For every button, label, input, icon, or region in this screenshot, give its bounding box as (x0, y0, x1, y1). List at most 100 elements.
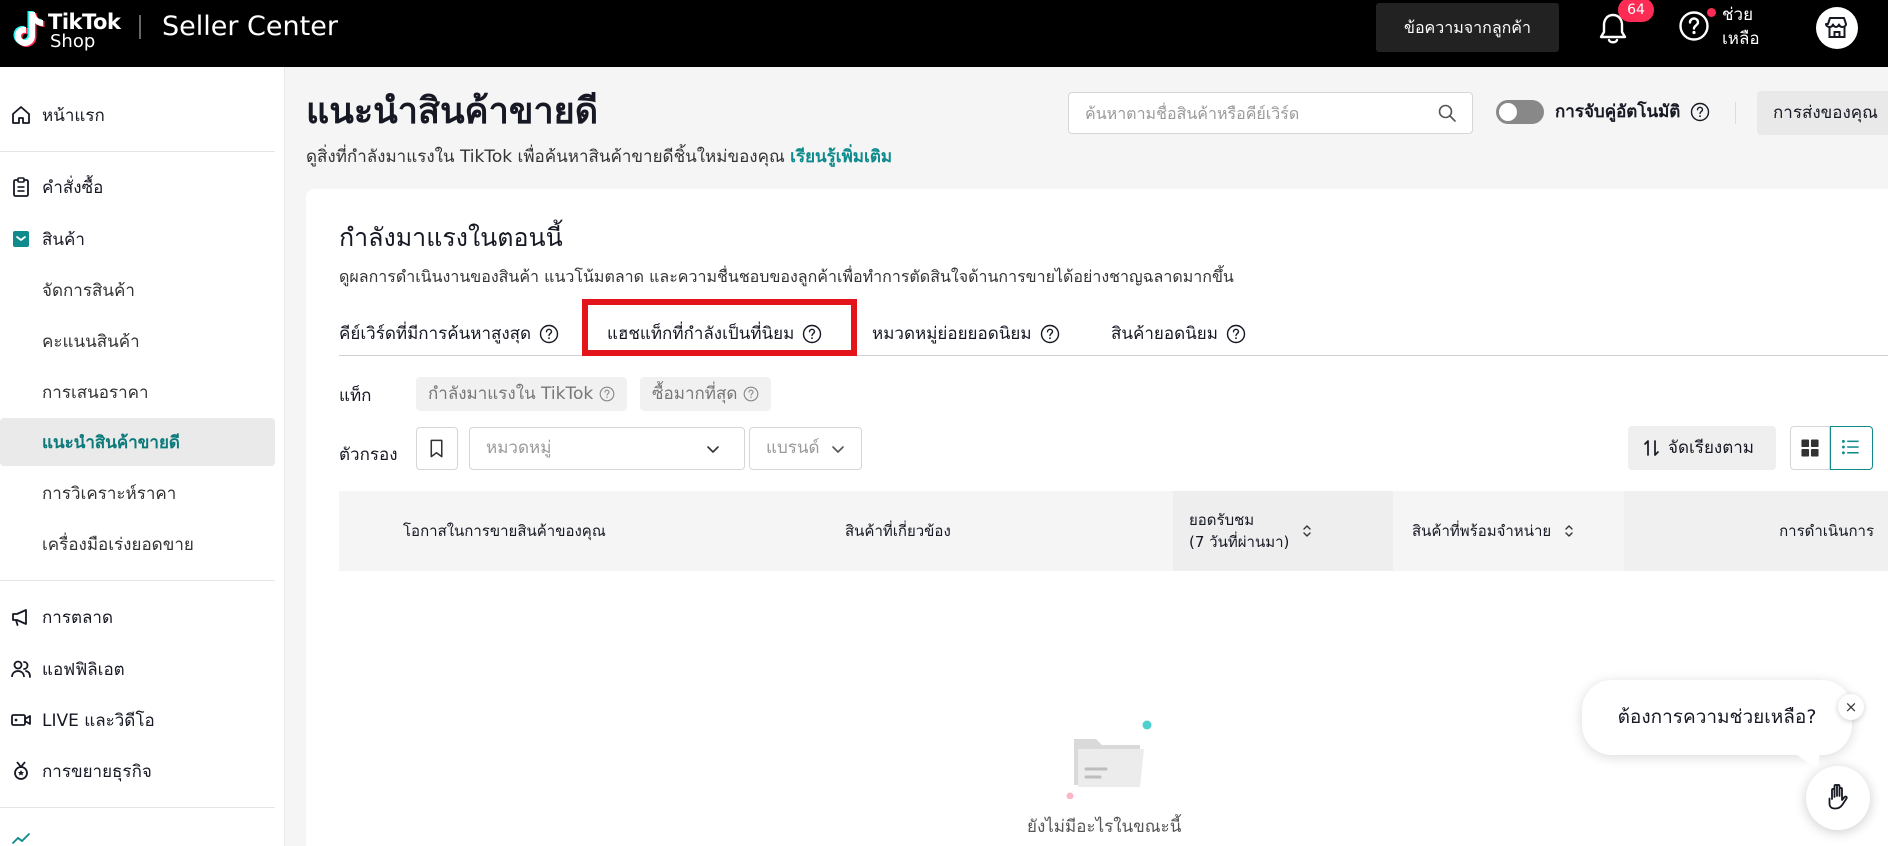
sidebar-item-growth[interactable]: การขยายธุรกิจ (0, 747, 275, 795)
column-header-available-products[interactable]: สินค้าที่พร้อมจำหน่าย (1412, 491, 1575, 571)
question-circle-icon[interactable] (1690, 102, 1710, 122)
brand-select[interactable]: แบรนด์ (749, 427, 862, 470)
tag-chip-trending-tiktok[interactable]: กำลังมาแรงใน TikTok (416, 377, 628, 411)
tab-popular-subcategories[interactable]: หมวดหมู่ย่อยยอดนิยม (872, 311, 1060, 356)
sidebar-label-marketing: การตลาด (42, 607, 114, 628)
saved-filters-button[interactable] (416, 427, 458, 470)
column-header-related-products: สินค้าที่เกี่ยวข้อง (845, 491, 951, 571)
clipboard-icon (13, 177, 29, 197)
auto-match-toggle[interactable] (1496, 100, 1544, 124)
sidebar-label-home: หน้าแรก (42, 105, 105, 126)
sidebar-item-price-analysis[interactable]: การวิเคราะห์ราคา (0, 469, 275, 517)
question-circle-icon[interactable] (539, 324, 559, 344)
category-select[interactable]: หมวดหมู่ (469, 427, 745, 470)
logo-divider (139, 15, 141, 39)
tab-label: คีย์เวิร์ดที่มีการค้นหาสูงสุด (339, 323, 532, 344)
product-box-icon (13, 231, 29, 247)
sidebar-label-affiliate: แอฟฟิลิเอต (42, 659, 125, 680)
list-view-button[interactable] (1830, 426, 1873, 470)
sidebar-item-marketing[interactable]: การตลาด (0, 593, 275, 641)
question-circle-icon (599, 386, 615, 402)
help-label[interactable]: ช่วย เหลือ (1722, 3, 1760, 51)
card-title: กำลังมาแรงในตอนนี้ (339, 223, 563, 252)
question-circle-icon (744, 386, 759, 402)
megaphone-icon (12, 609, 27, 626)
sidebar-item-products[interactable]: สินค้า (0, 215, 275, 263)
sidebar-label-orders: คำสั่งซื้อ (42, 177, 104, 198)
sidebar-label-products: สินค้า (42, 229, 85, 250)
close-help-bubble-button[interactable]: × (1838, 694, 1864, 720)
sidebar-divider (0, 580, 275, 581)
store-icon (1825, 17, 1847, 38)
product-search-box[interactable] (1068, 92, 1473, 134)
column-header-label: สินค้าที่พร้อมจำหน่าย (1412, 522, 1552, 540)
grid-view-icon (1801, 439, 1819, 457)
help-bubble[interactable]: ต้องการความช่วยเหลือ? (1582, 680, 1852, 755)
brand-select-placeholder: แบรนด์ (766, 438, 820, 458)
tab-popular-products[interactable]: สินค้ายอดนิยม (1111, 311, 1246, 356)
tab-label: สินค้ายอดนิยม (1111, 323, 1218, 344)
sidebar-sub-label: การเสนอราคา (42, 382, 149, 403)
auto-match-label: การจับคู่อัตโนมัติ (1555, 102, 1681, 122)
sidebar-item-affiliate[interactable]: แอฟฟิลิเอต (0, 645, 275, 693)
help-notification-dot (1707, 8, 1716, 17)
help-icon[interactable] (1678, 10, 1710, 42)
sidebar-item-live-video[interactable]: LIVE และวิดีโอ (0, 696, 275, 744)
search-icon[interactable] (1437, 103, 1457, 123)
tab-label: แฮชแท็กที่กำลังเป็นที่นิยม (607, 323, 795, 344)
search-input[interactable] (1085, 93, 1425, 133)
sidebar-sub-label: เครื่องมือเร่งยอดขาย (42, 534, 194, 555)
bookmark-icon (430, 439, 443, 458)
column-header-label: โอกาสในการขายสินค้าของคุณ (403, 522, 606, 540)
tiktok-shop-logo[interactable]: TikTok Shop (9, 8, 124, 52)
column-header-label: ยอดรับชม (7 วันที่ผ่านมา) (1189, 511, 1290, 551)
sidebar-item-sales-booster[interactable]: เครื่องมือเร่งยอดขาย (0, 520, 275, 568)
sidebar-sub-label: แนะนำสินค้าขายดี (42, 432, 180, 453)
empty-folder-illustration (1066, 720, 1152, 799)
tab-trending-hashtags[interactable]: แฮชแท็กที่กำลังเป็นที่นิยม (607, 311, 822, 356)
sidebar-label-growth: การขยายธุรกิจ (42, 761, 152, 782)
customer-messages-button[interactable]: ข้อความจากลูกค้า (1376, 3, 1559, 52)
tag-chip-most-purchased[interactable]: ซื้อมากที่สุด (640, 377, 772, 411)
tab-top-keywords[interactable]: คีย์เวิร์ดที่มีการค้นหาสูงสุด (339, 311, 559, 356)
sort-arrows-icon (1565, 525, 1573, 537)
learn-more-link[interactable]: เรียนรู้เพิ่มเติม (790, 147, 892, 167)
sidebar-item-product-score[interactable]: คะแนนสินค้า (0, 317, 275, 365)
chevron-down-icon (832, 446, 844, 453)
question-circle-icon[interactable] (1040, 324, 1060, 344)
logo-shop-text: Shop (50, 31, 96, 52)
more-menu-icon[interactable] (10, 827, 32, 846)
sidebar-item-bestseller-recommendations[interactable]: แนะนำสินค้าขายดี (0, 418, 275, 466)
tag-label: แท็ก (339, 386, 372, 406)
column-header-views-7d[interactable]: ยอดรับชม (7 วันที่ผ่านมา) (1173, 491, 1393, 571)
category-select-placeholder: หมวดหมู่ (486, 438, 552, 458)
question-circle-icon[interactable] (1226, 324, 1246, 344)
filter-label: ตัวกรอง (339, 445, 398, 465)
sort-icon (1644, 440, 1659, 456)
home-icon (12, 106, 30, 124)
sidebar-item-price-offers[interactable]: การเสนอราคา (0, 368, 275, 416)
column-header-label: การดำเนินการ (1779, 522, 1874, 540)
close-icon: × (1844, 698, 1858, 716)
help-bubble-text: ต้องการความช่วยเหลือ? (1617, 706, 1817, 728)
top-bar: TikTok Shop Seller Center ข้อความจากลูกค… (0, 0, 1888, 67)
store-avatar-button[interactable] (1816, 7, 1858, 49)
sidebar-sub-label: จัดการสินค้า (42, 280, 135, 301)
grid-view-button[interactable] (1790, 426, 1830, 470)
help-assistant-button[interactable] (1806, 766, 1870, 830)
app-title: Seller Center (162, 11, 338, 42)
column-header-actions: การดำเนินการ (1624, 491, 1888, 571)
medal-icon (14, 761, 28, 780)
sidebar-sub-label: คะแนนสินค้า (42, 331, 140, 352)
sidebar-item-orders[interactable]: คำสั่งซื้อ (0, 163, 275, 211)
video-camera-icon (11, 714, 31, 726)
shipping-button[interactable]: การส่งของคุณ (1757, 91, 1888, 135)
question-circle-icon[interactable] (802, 324, 822, 344)
tab-label: หมวดหมู่ย่อยยอดนิยม (872, 323, 1032, 344)
tiktok-note-icon (13, 11, 45, 47)
sidebar-item-manage-products[interactable]: จัดการสินค้า (0, 266, 275, 314)
chip-label: กำลังมาแรงใน TikTok (428, 384, 594, 404)
sort-button[interactable]: จัดเรียงตาม (1628, 426, 1776, 470)
chip-label: ซื้อมากที่สุด (652, 384, 738, 404)
sidebar-item-home[interactable]: หน้าแรก (0, 91, 275, 139)
